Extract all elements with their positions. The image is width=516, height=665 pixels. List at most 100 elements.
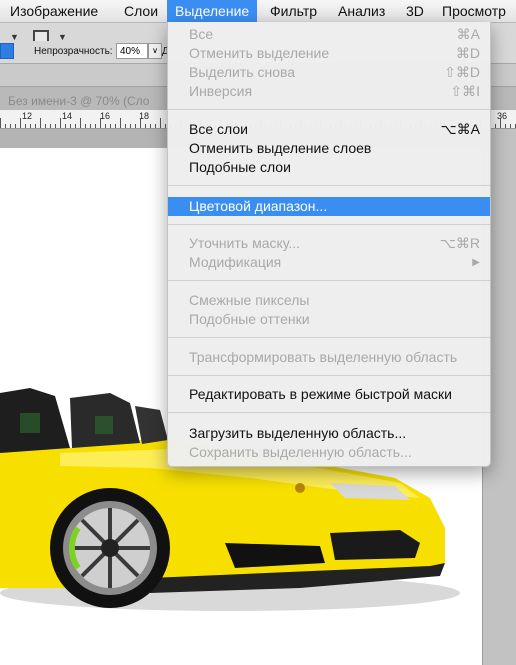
menu-item-shortcut: ⇧⌘D (444, 64, 480, 80)
menu-item-all[interactable]: Все ⌘A (168, 25, 490, 44)
ruler-tick (140, 118, 141, 128)
menu-item-refine-mask[interactable]: Уточнить маску... ⌥⌘R (168, 234, 490, 253)
menu-layers[interactable]: Слои (124, 0, 158, 22)
menu-filter[interactable]: Фильтр (270, 0, 317, 22)
menu-image[interactable]: Изображение (10, 0, 98, 22)
ruler-tick (100, 118, 101, 128)
menu-item-grow[interactable]: Смежные пикселы (168, 291, 490, 310)
menu-separator (168, 280, 490, 281)
menu-item-deselect-layers[interactable]: Отменить выделение слоев (168, 139, 490, 158)
menu-item-label: Отменить выделение (189, 45, 330, 61)
menu-item-inverse[interactable]: Инверсия ⇧⌘I (168, 82, 490, 101)
ruler-label: 14 (62, 111, 73, 121)
ruler-tick (20, 118, 21, 128)
menu-item-label: Подобные слои (189, 159, 291, 175)
ruler-tick (70, 124, 71, 128)
ruler-tick (50, 124, 51, 128)
menu-3d[interactable]: 3D (406, 0, 424, 22)
menu-item-label: Модификация (189, 254, 282, 270)
menu-item-color-range[interactable]: Цветовой диапазон... (168, 197, 490, 216)
menu-item-label: Загрузить выделенную область... (189, 425, 407, 441)
ruler-tick (125, 124, 126, 128)
ruler-label: 12 (22, 111, 33, 121)
menu-item-transform-selection[interactable]: Трансформировать выделенную область (168, 348, 490, 367)
ruler-tick (115, 124, 116, 128)
ruler-tick (500, 118, 501, 128)
ruler-tick (5, 124, 6, 128)
menu-item-label: Трансформировать выделенную область (189, 349, 458, 365)
ruler-tick (135, 124, 136, 128)
menu-item-label: Отменить выделение слоев (189, 140, 372, 156)
ruler-tick (105, 124, 106, 128)
menu-item-similar-layers[interactable]: Подобные слои (168, 158, 490, 177)
menu-separator (168, 412, 490, 413)
menu-item-shortcut: ⇧⌘I (450, 83, 480, 99)
select-menu-dropdown: Все ⌘A Отменить выделение ⌘D Выделить сн… (167, 22, 491, 467)
ruler-tick (35, 124, 36, 128)
ruler-tick (165, 124, 166, 128)
ruler-tick (120, 118, 121, 128)
ruler-tick (0, 118, 1, 128)
menu-item-label: Сохранить выделенную область... (189, 444, 412, 460)
menu-analysis[interactable]: Анализ (338, 0, 385, 22)
ruler-tick (75, 124, 76, 128)
ruler-tick (160, 118, 161, 128)
ruler-tick (130, 124, 131, 128)
submenu-arrow-icon: ▶ (472, 257, 480, 268)
ruler-tick (505, 124, 506, 128)
mode-stepper[interactable] (0, 43, 14, 59)
menu-item-label: Подобные оттенки (189, 311, 310, 327)
ruler-tick (55, 124, 56, 128)
ruler-tick (40, 118, 41, 128)
menu-item-all-layers[interactable]: Все слои ⌥⌘A (168, 120, 490, 139)
ruler-tick (10, 124, 11, 128)
ruler-tick (90, 124, 91, 128)
menu-item-reselect[interactable]: Выделить снова ⇧⌘D (168, 63, 490, 82)
ruler-tick (495, 124, 496, 128)
ruler-tick (15, 124, 16, 128)
menu-bar: Изображение Слои Выделение Фильтр Анализ… (0, 0, 516, 23)
menu-item-label: Все (189, 26, 214, 42)
opacity-label: Непрозрачность: (34, 46, 113, 57)
ruler-label: 36 (497, 111, 508, 121)
ruler-label: 16 (100, 111, 111, 121)
menu-item-deselect[interactable]: Отменить выделение ⌘D (168, 44, 490, 63)
ruler-tick (110, 124, 111, 128)
menu-item-label: Смежные пикселы (189, 292, 310, 308)
ruler-tick (510, 124, 511, 128)
ruler-tick (80, 118, 81, 128)
menu-item-shortcut: ⌘A (456, 26, 480, 42)
menu-item-label: Редактировать в режиме быстрой маски (189, 386, 452, 402)
menu-separator (168, 109, 490, 110)
menu-separator (168, 337, 490, 338)
ruler-tick (95, 124, 96, 128)
menu-item-load-selection[interactable]: Загрузить выделенную область... (168, 424, 490, 443)
menu-item-similar[interactable]: Подобные оттенки (168, 310, 490, 329)
ruler-tick (60, 118, 61, 128)
opacity-stepper[interactable]: ∨ (148, 43, 162, 59)
ruler-tick (145, 124, 146, 128)
ruler-tick (155, 124, 156, 128)
menu-item-shortcut: ⌘D (455, 45, 480, 61)
ruler-tick (85, 124, 86, 128)
ruler-tick (30, 124, 31, 128)
menu-separator (168, 375, 490, 376)
menu-item-shortcut: ⌥⌘R (439, 235, 480, 251)
ruler-tick (150, 124, 151, 128)
document-tab[interactable]: Без имени-3 @ 70% (Сло (8, 94, 149, 108)
menu-item-save-selection[interactable]: Сохранить выделенную область... (168, 443, 490, 462)
menu-separator (168, 185, 490, 186)
menu-item-shortcut: ⌥⌘A (440, 121, 480, 137)
menu-item-label: Цветовой диапазон... (189, 198, 328, 214)
menu-item-label: Выделить снова (189, 64, 296, 80)
ruler-tick (65, 124, 66, 128)
menu-item-label: Уточнить маску... (189, 235, 301, 251)
menu-item-quick-mask[interactable]: Редактировать в режиме быстрой маски (168, 385, 490, 404)
ruler-tick (45, 124, 46, 128)
opacity-input[interactable]: 40% (116, 43, 148, 59)
menu-view[interactable]: Просмотр (442, 0, 506, 22)
menu-item-modify[interactable]: Модификация ▶ (168, 253, 490, 272)
menu-item-label: Все слои (189, 121, 248, 137)
menu-select[interactable]: Выделение (167, 0, 258, 22)
menu-item-label: Инверсия (189, 83, 253, 99)
